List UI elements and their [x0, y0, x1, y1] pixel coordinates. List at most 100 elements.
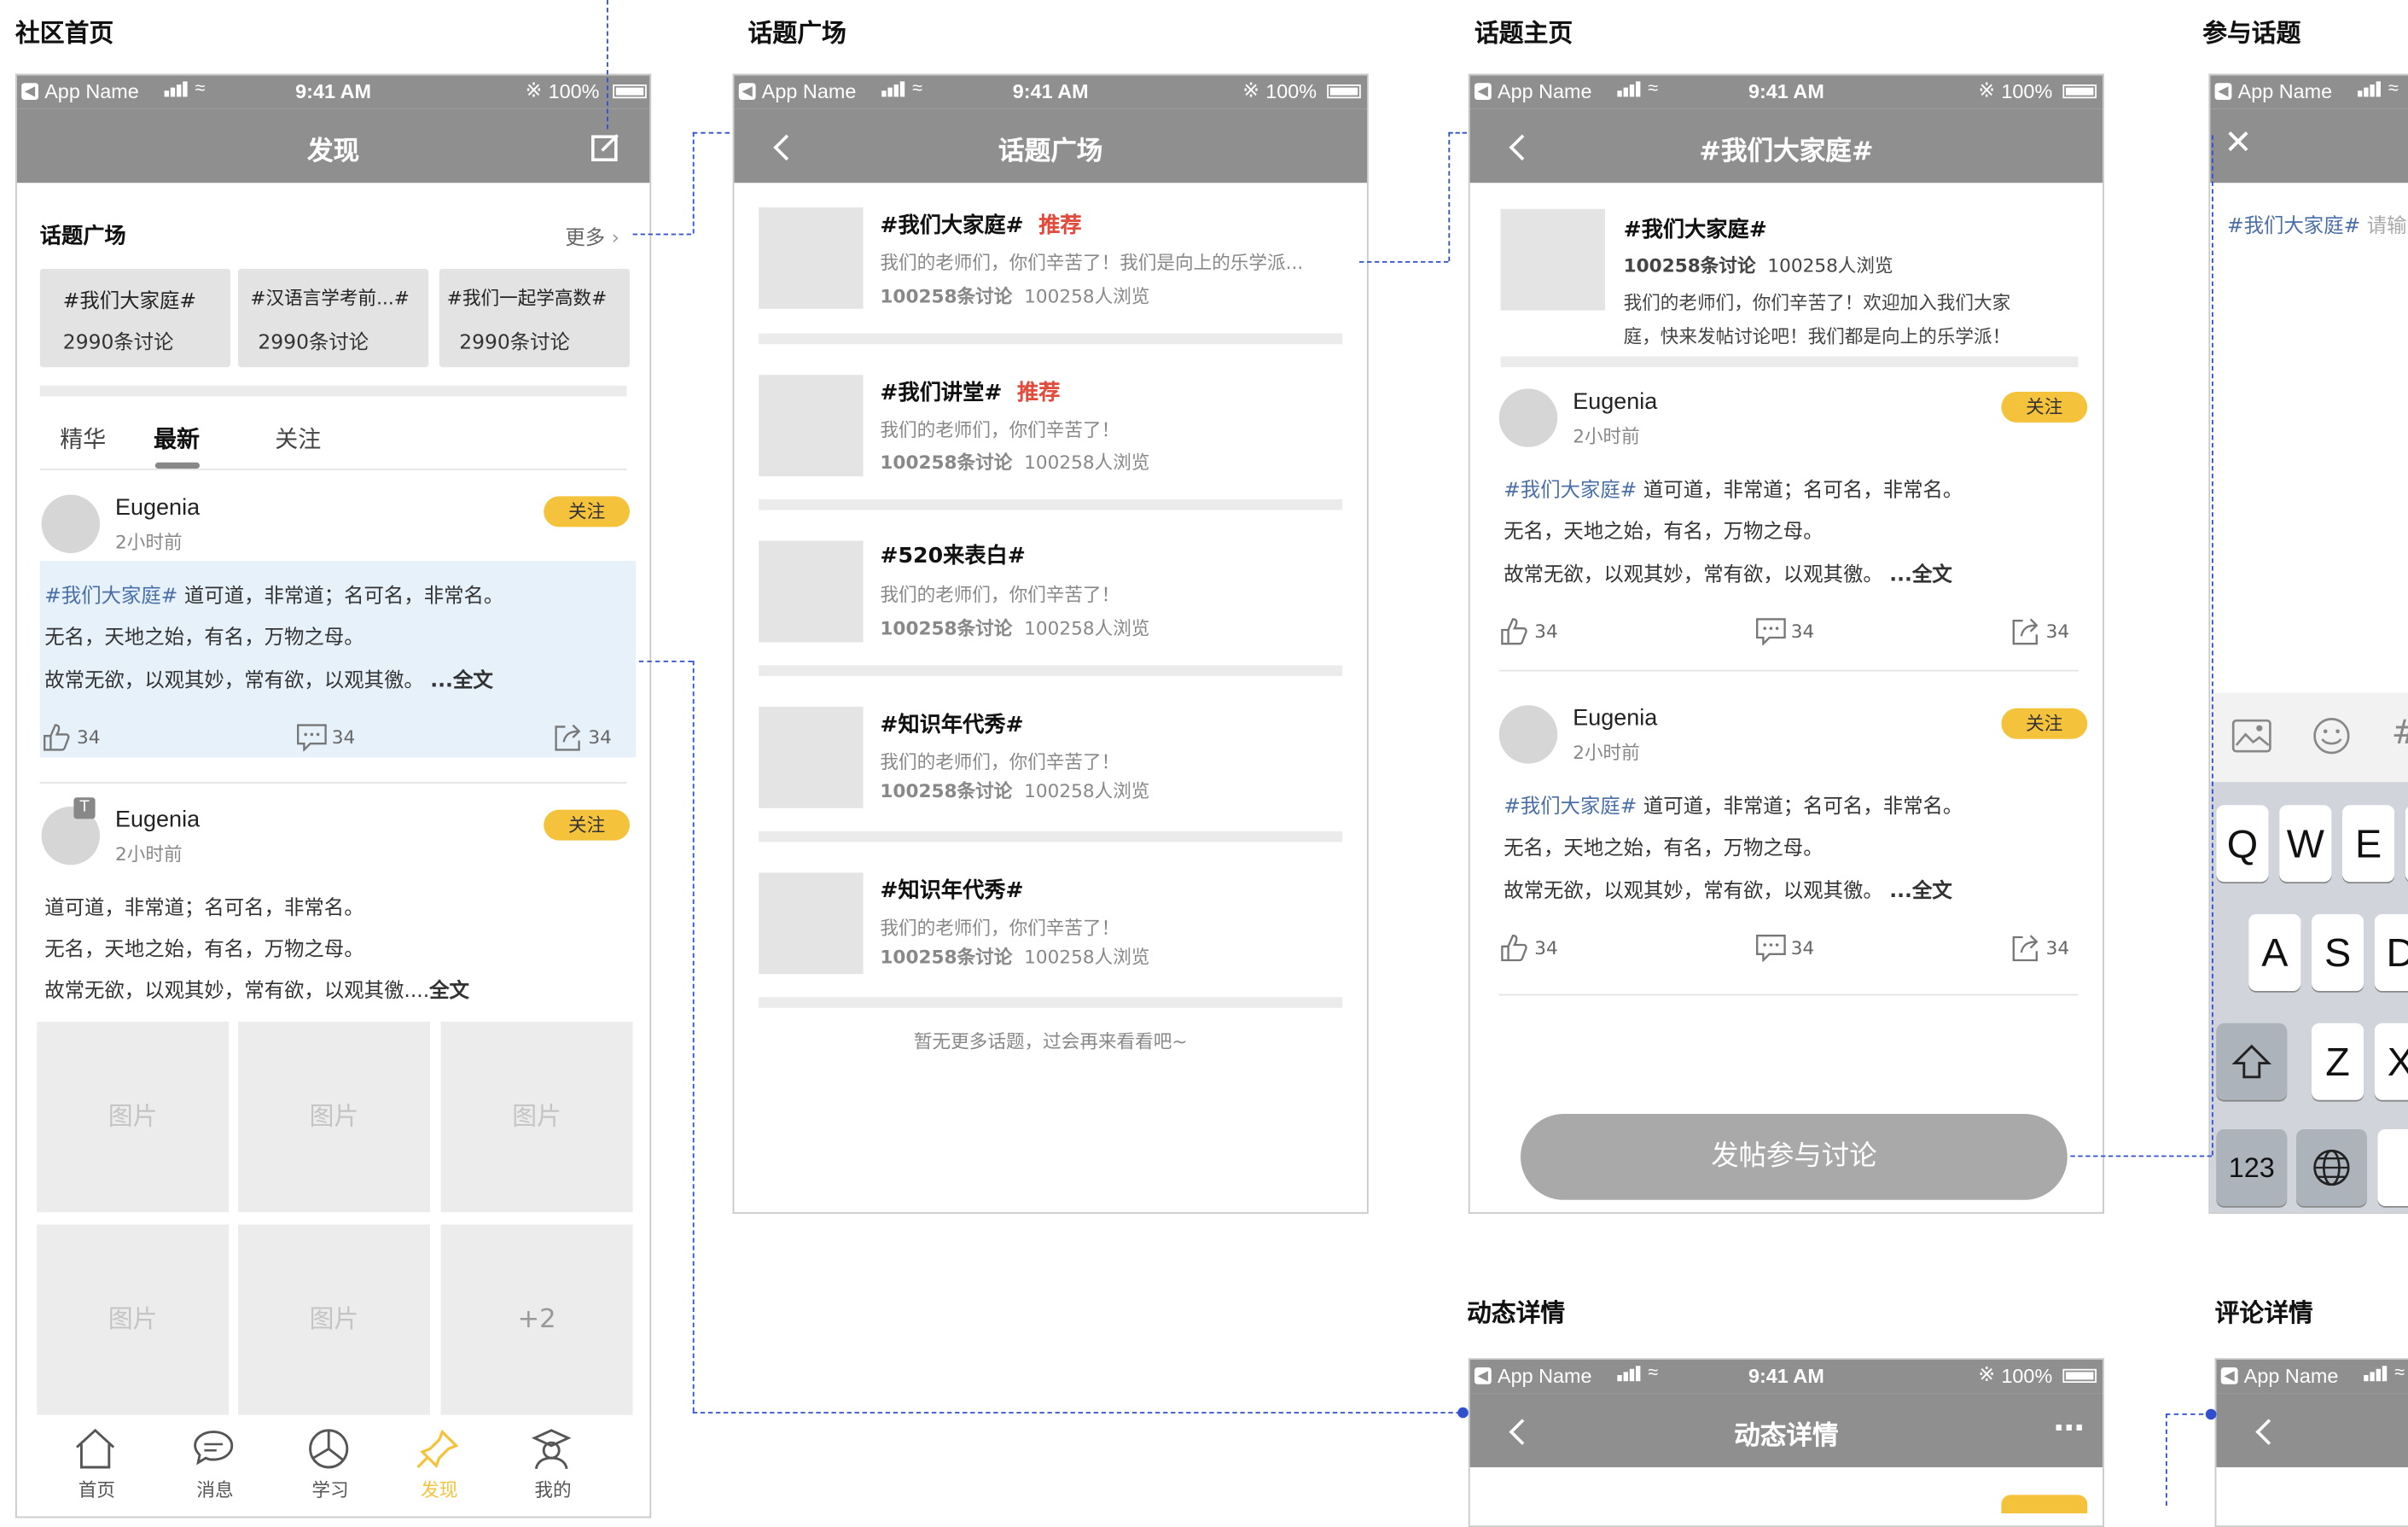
key[interactable]: D [2374, 914, 2408, 991]
read-more-link[interactable]: ...全文 [1889, 564, 1951, 587]
topic-name-text: #我们讲堂# [880, 381, 1003, 406]
comment-button[interactable]: 34 [1755, 934, 1814, 962]
share-button[interactable]: 34 [2010, 933, 2069, 964]
avatar[interactable] [1498, 705, 1558, 764]
view-count: 100258人浏览 [1024, 617, 1150, 639]
battery-icon [613, 85, 647, 99]
status-bar: ◀ App Name ≈ [2216, 1360, 2408, 1394]
topic-card[interactable]: #我们一起学高数# 2990条讨论 [439, 269, 630, 368]
nav-title: 动态详情 [1734, 1421, 1839, 1452]
compose-input[interactable]: #我们大家庭# 请输 [2227, 209, 2407, 238]
image-placeholder[interactable]: 图片 [238, 1022, 430, 1213]
topic-desc: 我们的老师们，你们辛苦了！我们是向上的乐学派... [880, 252, 1304, 274]
like-button[interactable]: 34 [42, 722, 101, 753]
follow-button[interactable]: 关注 [2001, 708, 2088, 739]
read-more-link[interactable]: ...全文 [430, 670, 492, 693]
post-username[interactable]: Eugenia [115, 807, 200, 833]
key[interactable]: W [2279, 805, 2332, 883]
topic-name[interactable]: #我们讲堂# 推荐 [880, 376, 1060, 407]
bluetooth-icon: ※ [525, 78, 543, 102]
follow-button[interactable]: 关注 [544, 496, 630, 527]
post-username[interactable]: Eugenia [1573, 705, 1657, 731]
topic-stats: 100258条讨论 100258人浏览 [880, 778, 1149, 804]
post-text: 道可道，非常道；名可名，非常名。 [1643, 796, 1963, 819]
image-placeholder[interactable]: 图片 [37, 1022, 230, 1213]
read-more-link[interactable]: ...全文 [1889, 880, 1951, 903]
topic-tag[interactable]: #我们大家庭# [44, 586, 177, 609]
like-button[interactable]: 34 [1499, 933, 1558, 964]
section-divider [1500, 356, 2079, 368]
comment-button[interactable]: 34 [296, 724, 355, 752]
image-more-count[interactable]: +2 [440, 1224, 633, 1415]
comment-button[interactable]: 34 [1755, 618, 1814, 645]
follow-button[interactable]: 关注 [544, 809, 630, 841]
topic-cover-image[interactable] [759, 207, 864, 309]
tabbar-home[interactable]: 首页 [73, 1427, 122, 1502]
discuss-count: 100258条讨论 [880, 780, 1013, 802]
key[interactable]: S [2312, 914, 2364, 991]
avatar[interactable] [1498, 388, 1558, 447]
share-button[interactable]: 34 [2010, 616, 2069, 647]
compose-icon[interactable] [591, 132, 622, 163]
avatar[interactable] [41, 494, 100, 553]
key[interactable]: E [2342, 805, 2395, 883]
post-username[interactable]: Eugenia [1573, 388, 1657, 415]
battery-percent: 100% [548, 79, 600, 103]
flow-connector [2070, 1155, 2212, 1157]
key[interactable]: Q [2216, 805, 2269, 883]
back-chevron-icon[interactable] [2255, 1419, 2282, 1445]
image-placeholder[interactable]: 图片 [440, 1022, 633, 1213]
image-placeholder[interactable]: 图片 [37, 1224, 230, 1415]
topic-name[interactable]: #知识年代秀# [880, 708, 1023, 739]
topic-card[interactable]: #汉语言学考前...# 2990条讨论 [238, 269, 429, 368]
tabbar-discover[interactable]: 发现 [415, 1427, 464, 1502]
topic-cover-image[interactable] [759, 540, 864, 643]
tabbar-me[interactable]: 我的 [528, 1427, 578, 1502]
share-button[interactable]: 34 [553, 722, 612, 753]
tabbar-study[interactable]: 学习 [305, 1427, 355, 1502]
image-placeholder[interactable]: 图片 [238, 1224, 430, 1415]
emoji-icon[interactable] [2312, 716, 2352, 756]
post-discussion-button[interactable]: 发帖参与讨论 [1521, 1114, 2068, 1200]
post-divider [1498, 669, 2079, 672]
topic-name[interactable]: #知识年代秀# [880, 874, 1023, 905]
topic-cover-image[interactable] [759, 872, 864, 975]
topic-stats: 100258条讨论 100258人浏览 [880, 283, 1149, 309]
topic-name[interactable]: #520来表白# [880, 539, 1025, 570]
topic-cover-image[interactable] [759, 707, 864, 808]
key[interactable]: A [2248, 914, 2301, 991]
status-bar: ◀ App Name ≈ 9:41 AM ※ 100% [1469, 1360, 2103, 1394]
hashtag-icon[interactable]: # [2392, 714, 2408, 753]
key[interactable]: X [2374, 1023, 2408, 1100]
topic-card[interactable]: #我们大家庭# 2990条讨论 [39, 269, 230, 368]
space-key[interactable] [2377, 1129, 2408, 1206]
nav-bar: 发现 [16, 108, 650, 184]
tab-latest[interactable]: 最新 [154, 423, 200, 455]
shift-key[interactable] [2216, 1023, 2288, 1100]
globe-key[interactable] [2296, 1129, 2367, 1206]
topic-cover-image [1500, 208, 1605, 311]
follow-button[interactable] [2001, 1495, 2088, 1513]
follow-button[interactable]: 关注 [2001, 392, 2088, 423]
tab-featured[interactable]: 精华 [60, 423, 106, 455]
post-username[interactable]: Eugenia [115, 495, 200, 522]
topic-tag[interactable]: #我们大家庭# [1504, 480, 1637, 503]
topic-stats: 100258条讨论 100258人浏览 [880, 615, 1149, 641]
flow-connector [607, 0, 608, 130]
topic-tag[interactable]: #我们大家庭# [1504, 796, 1637, 819]
key[interactable]: Z [2312, 1023, 2364, 1100]
tab-following[interactable]: 关注 [275, 423, 321, 455]
numbers-key[interactable]: 123 [2216, 1129, 2288, 1206]
share-count: 34 [2045, 937, 2070, 959]
tabbar-messages[interactable]: 消息 [190, 1427, 240, 1502]
topic-name[interactable]: #我们大家庭# 推荐 [880, 209, 1081, 240]
image-icon[interactable] [2231, 719, 2271, 753]
more-options-icon[interactable]: ⋯ [2054, 1409, 2085, 1446]
like-button[interactable]: 34 [1499, 616, 1558, 647]
more-link[interactable]: 更多 › [565, 221, 619, 250]
topic-cover-image[interactable] [759, 375, 864, 476]
close-icon[interactable]: ✕ [2224, 125, 2252, 163]
read-more-link[interactable]: 全文 [429, 980, 469, 1003]
flow-connector [2166, 1413, 2167, 1506]
discuss-count: 100258条讨论 [880, 285, 1013, 307]
